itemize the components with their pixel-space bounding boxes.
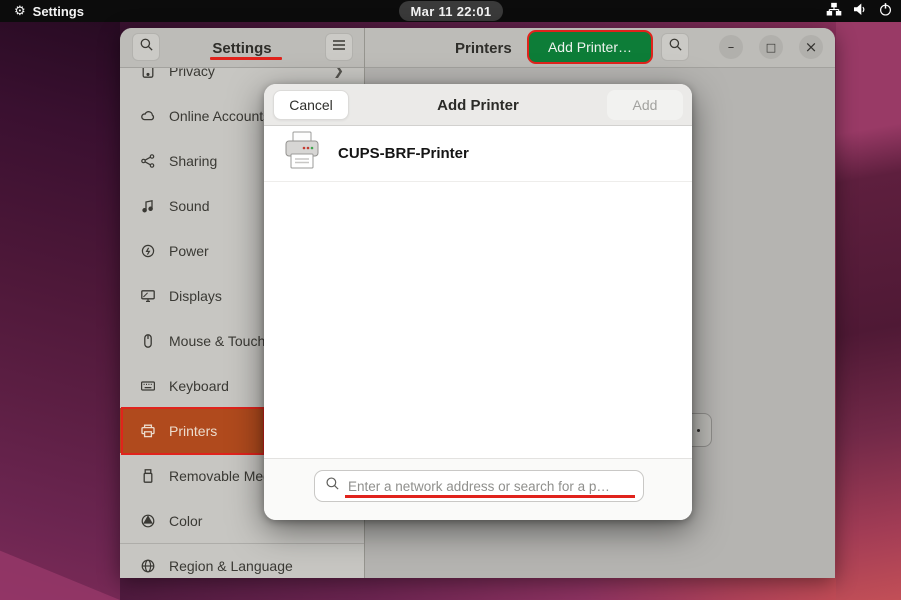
printer-device-icon bbox=[280, 129, 324, 178]
sidebar-item-label: Privacy bbox=[169, 68, 215, 79]
primary-menu-button[interactable] bbox=[325, 33, 353, 61]
gear-icon: ⚙ bbox=[14, 4, 26, 19]
sidebar-item-label: Online Accounts bbox=[169, 108, 270, 124]
mouse-icon bbox=[140, 333, 156, 349]
page-title: Printers bbox=[455, 28, 512, 68]
add-printer-dialog: Cancel Add Printer Add CUPS-BRF-Printer bbox=[264, 84, 692, 520]
wallpaper-right-facet bbox=[836, 0, 901, 600]
maximize-icon: □ bbox=[766, 41, 776, 54]
sidebar-item-label: Keyboard bbox=[169, 378, 229, 394]
cloud-icon bbox=[140, 108, 156, 124]
sidebar-item-label: Sharing bbox=[169, 153, 217, 169]
annotation-box-printers bbox=[121, 407, 265, 455]
globe-icon bbox=[140, 558, 156, 574]
sidebar-item-label: Displays bbox=[169, 288, 222, 304]
headerbar: Settings Printers Add Printer… – □ bbox=[120, 28, 835, 68]
system-tray[interactable] bbox=[826, 0, 893, 22]
sidebar-item-label: Sound bbox=[169, 198, 209, 214]
annotation-underline-settings bbox=[210, 57, 282, 60]
privacy-icon bbox=[140, 68, 156, 79]
top-bar: ⚙ Settings Mar 11 22:01 bbox=[0, 0, 901, 22]
chevron-right-icon: ❯ bbox=[333, 68, 344, 79]
network-wired-icon[interactable] bbox=[826, 2, 842, 20]
add-button-label: Add bbox=[633, 97, 658, 113]
color-wheel-icon bbox=[140, 513, 156, 529]
printer-name: CUPS-BRF-Printer bbox=[338, 145, 469, 162]
keyboard-icon bbox=[140, 378, 156, 394]
volume-icon[interactable] bbox=[852, 2, 868, 20]
topbar-app-menu[interactable]: ⚙ Settings bbox=[14, 0, 84, 22]
sidebar-item-label: Color bbox=[169, 513, 202, 529]
power-circle-icon bbox=[140, 243, 156, 259]
power-icon[interactable] bbox=[878, 2, 893, 20]
add-printer-button-label: Add Printer… bbox=[548, 39, 632, 55]
close-icon: × bbox=[805, 38, 818, 56]
minimize-icon: – bbox=[728, 40, 735, 55]
annotation-underline-placeholder bbox=[345, 495, 635, 498]
ellipsis-dot bbox=[697, 429, 700, 432]
clock-label: Mar 11 22:01 bbox=[411, 4, 492, 19]
share-icon bbox=[140, 153, 156, 169]
sidebar-item-region-language[interactable]: Region & Language bbox=[120, 543, 364, 578]
close-button[interactable]: × bbox=[799, 35, 823, 59]
maximize-button[interactable]: □ bbox=[759, 35, 783, 59]
search-icon bbox=[325, 476, 340, 496]
hamburger-icon bbox=[332, 38, 346, 56]
topbar-app-name: Settings bbox=[33, 4, 84, 19]
monitor-icon bbox=[140, 288, 156, 304]
clock-menu[interactable]: Mar 11 22:01 bbox=[399, 1, 503, 21]
flash-drive-icon bbox=[140, 468, 156, 484]
printers-search-button[interactable] bbox=[661, 33, 689, 61]
sidebar-item-label: Power bbox=[169, 243, 209, 259]
add-button-disabled[interactable]: Add bbox=[607, 90, 683, 120]
search-icon bbox=[668, 37, 683, 57]
sidebar-item-label: Region & Language bbox=[169, 558, 293, 574]
music-note-icon bbox=[140, 198, 156, 214]
wallpaper-left-facet bbox=[0, 0, 120, 600]
wallpaper-bottom-facet bbox=[120, 578, 836, 600]
network-address-input[interactable] bbox=[348, 479, 633, 494]
dialog-headerbar: Cancel Add Printer Add bbox=[264, 84, 692, 126]
add-printer-button[interactable]: Add Printer… bbox=[527, 30, 653, 64]
dialog-search-section bbox=[264, 458, 692, 520]
printer-list-item[interactable]: CUPS-BRF-Printer bbox=[264, 126, 692, 182]
minimize-button[interactable]: – bbox=[719, 35, 743, 59]
